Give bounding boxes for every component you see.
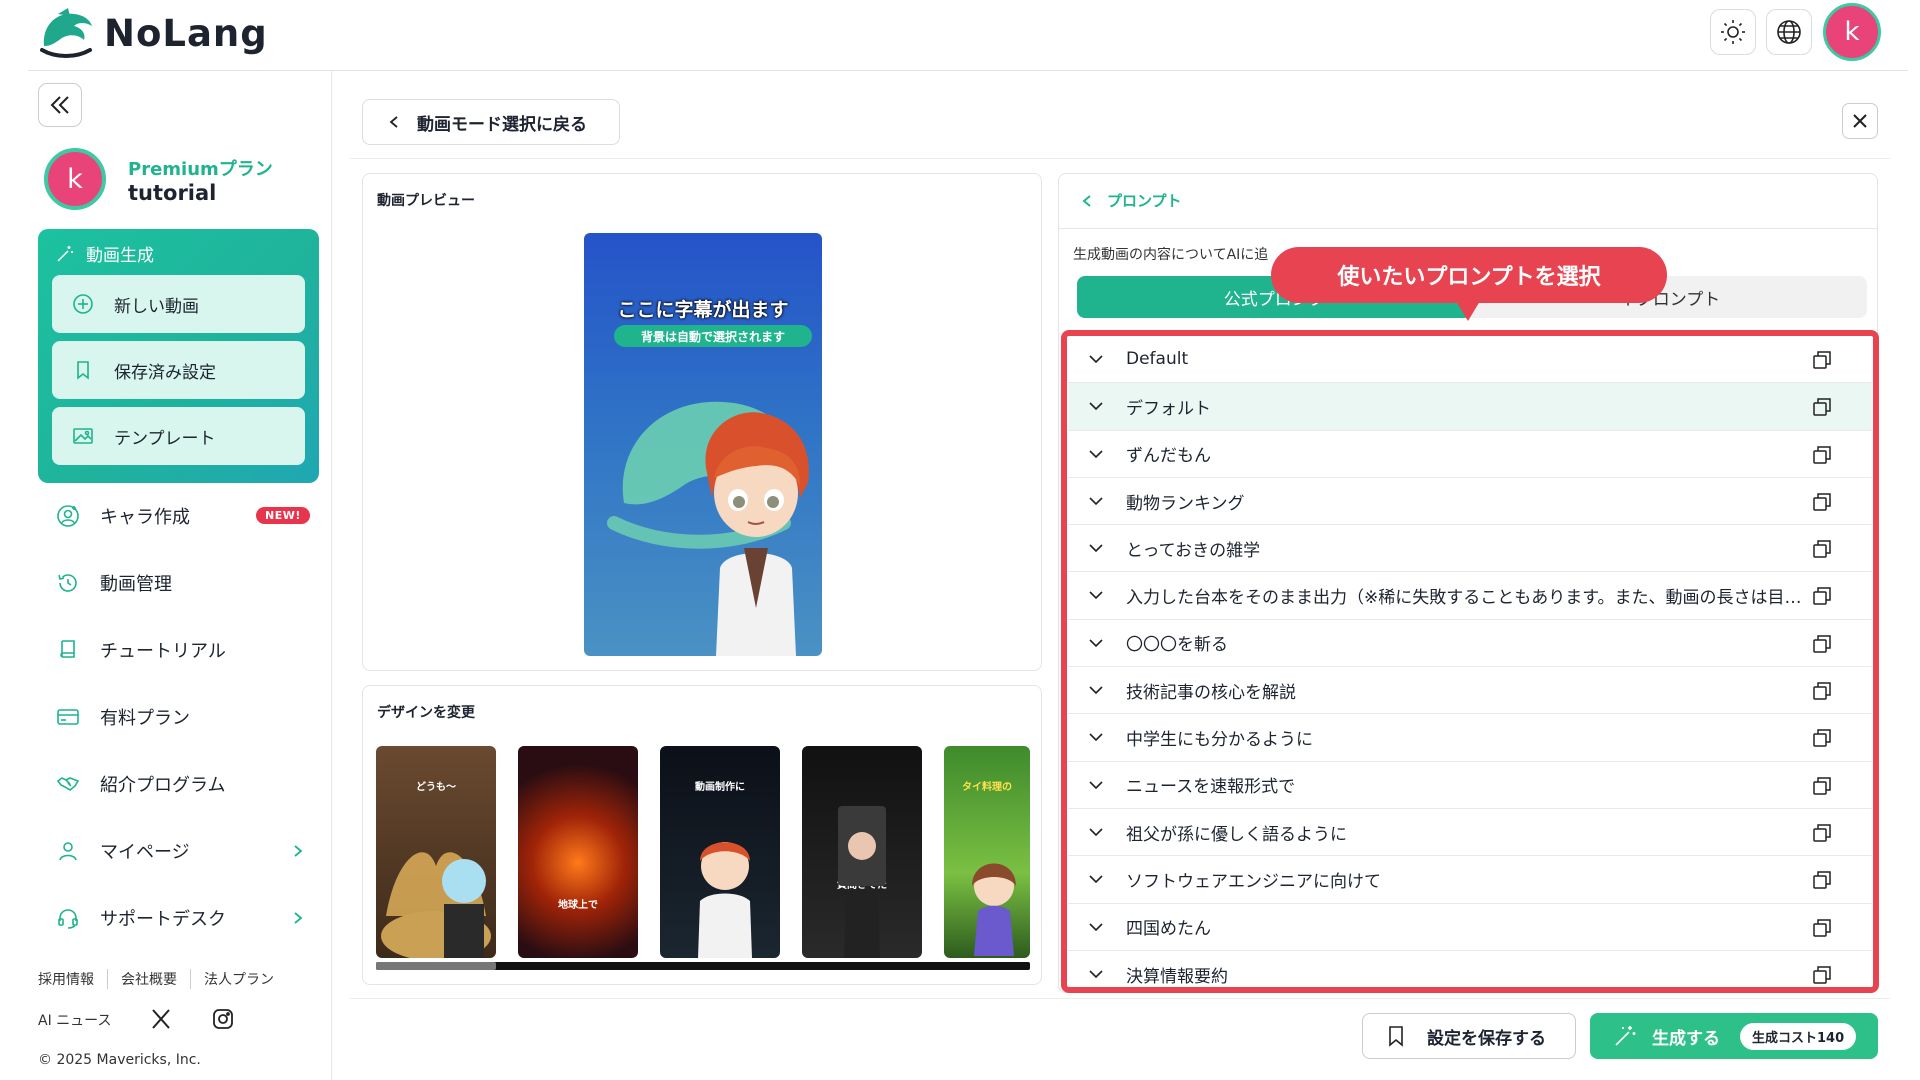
double-chevron-left-icon (50, 96, 69, 114)
user-name: tutorial (128, 181, 217, 205)
footer-links: 採用情報 会社概要 法人プラン (38, 969, 287, 989)
sidebar: k Premiumプラン tutorial 動画生成 新しい動画 保存済み設定 … (0, 71, 332, 1080)
app-name: NoLang (104, 12, 268, 55)
corporate-plan-link[interactable]: 法人プラン (190, 969, 287, 989)
bottom-divider (350, 998, 1890, 999)
subtitle-sub: 背景は自動で選択されます (614, 325, 812, 347)
image-icon (73, 428, 93, 444)
ai-news-link[interactable]: AI ニュース (38, 1010, 111, 1030)
generation-cost-badge: 生成コスト140 (1740, 1022, 1857, 1050)
generate-button[interactable]: 生成する 生成コスト140 (1590, 1013, 1878, 1059)
nav-video-management[interactable]: 動画管理 (56, 568, 172, 598)
video-generation-section: 動画生成 新しい動画 保存済み設定 テンプレート (38, 229, 319, 483)
design-thumbnail[interactable]: 地球上で (518, 746, 638, 958)
dolphin-logo-icon[interactable] (38, 6, 96, 60)
user-avatar[interactable]: k (44, 148, 106, 210)
nav-referral-program[interactable]: 紹介プログラム (56, 769, 225, 799)
language-button[interactable] (1766, 9, 1812, 55)
prompt-back-button[interactable]: プロンプト (1081, 190, 1182, 211)
new-video-item[interactable]: 新しい動画 (52, 275, 305, 333)
design-thumbnail[interactable]: 質問きてた (802, 746, 922, 958)
character-icon (57, 505, 79, 527)
globe-icon (1777, 20, 1801, 44)
nav-paid-plan[interactable]: 有料プラン (56, 702, 190, 732)
chevron-right-icon[interactable] (291, 911, 305, 925)
design-thumbnail[interactable]: 動画制作に (660, 746, 780, 958)
card-icon (57, 709, 79, 725)
bookmark-icon (1389, 1026, 1403, 1047)
nav-my-page[interactable]: マイページ (56, 836, 190, 866)
subtitle-main: ここに字幕が出ます (617, 299, 789, 321)
book-icon (60, 640, 75, 658)
plan-label: Premiumプラン (128, 159, 273, 180)
design-thumbnail[interactable]: タイ料理の (944, 746, 1030, 958)
scrollbar-thumb[interactable] (376, 962, 496, 970)
nav-tutorial[interactable]: チュートリアル (56, 635, 226, 665)
close-button[interactable] (1842, 103, 1878, 139)
design-thumbnail[interactable]: どうも～ (376, 746, 496, 958)
content-divider (350, 158, 1890, 159)
user-avatar-top[interactable]: k (1823, 3, 1881, 61)
person-icon (59, 842, 77, 861)
plus-circle-icon (73, 294, 93, 314)
save-settings-button[interactable]: 設定を保存する (1362, 1013, 1576, 1059)
back-to-mode-select-button[interactable]: 動画モード選択に戻る (362, 99, 620, 145)
saved-settings-item[interactable]: 保存済み設定 (52, 341, 305, 399)
character-illustration (705, 412, 809, 656)
thumbnail-scrollbar[interactable] (376, 962, 1030, 970)
sun-icon (1721, 20, 1745, 44)
magic-wand-icon (57, 245, 73, 262)
history-icon (58, 574, 77, 592)
nav-support-desk[interactable]: サポートデスク (56, 903, 226, 933)
gen-section-header: 動画生成 (56, 241, 154, 266)
prompt-divider (1059, 228, 1877, 229)
recruit-link[interactable]: 採用情報 (38, 969, 107, 989)
preview-title: 動画プレビュー (377, 193, 475, 209)
prompt-list-highlight (1061, 330, 1879, 993)
chevron-left-icon (1082, 194, 1091, 207)
instagram-icon[interactable] (212, 1008, 234, 1030)
design-title: デザインを変更 (377, 705, 475, 721)
company-link[interactable]: 会社概要 (107, 969, 190, 989)
tutorial-callout: 使いたいプロンプトを選択 (1271, 247, 1667, 303)
chevron-left-icon (389, 116, 398, 128)
magic-wand-icon (1615, 1026, 1636, 1046)
chevron-right-icon[interactable] (291, 844, 305, 858)
callout-pointer (1456, 301, 1480, 321)
nav-character-create[interactable]: キャラ作成 (56, 501, 190, 531)
bookmark-icon (77, 361, 89, 380)
video-preview[interactable]: ここに字幕が出ます 背景は自動で選択されます (584, 233, 822, 656)
handshake-icon (56, 777, 80, 791)
collapse-sidebar-button[interactable] (38, 83, 82, 127)
new-badge: NEW! (256, 507, 310, 524)
theme-toggle-button[interactable] (1710, 9, 1756, 55)
close-icon (1853, 114, 1867, 128)
x-logo-icon[interactable] (150, 1008, 172, 1030)
prompt-description: 生成動画の内容についてAIに追 (1073, 247, 1269, 263)
top-bar: NoLang k (0, 0, 1920, 70)
headset-icon (58, 909, 78, 929)
template-item[interactable]: テンプレート (52, 407, 305, 465)
copyright: © 2025 Mavericks, Inc. (38, 1052, 201, 1068)
